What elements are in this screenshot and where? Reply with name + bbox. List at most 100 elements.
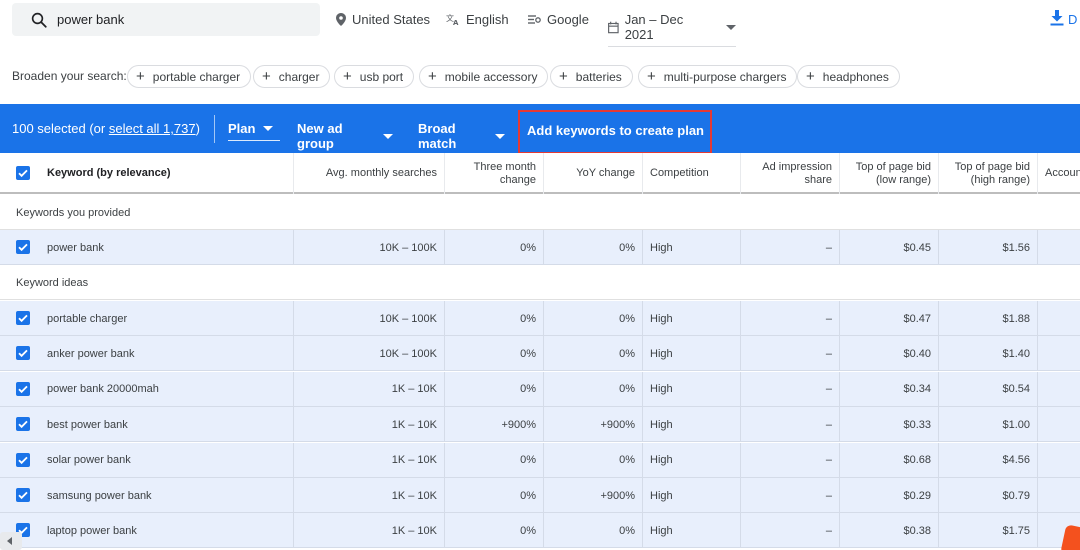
cell-account	[1037, 407, 1080, 443]
table-row[interactable]: power bank 20000mah 1K – 10K 0% 0% High – $0.3…	[0, 371, 1080, 407]
cell-keyword: samsung power bank	[47, 489, 152, 502]
chevron-down-icon	[726, 24, 736, 30]
chip-label: mobile accessory	[444, 69, 538, 84]
header-competition[interactable]: Competition	[642, 153, 740, 194]
selection-count: 100 selected (or select all 1,737)	[12, 121, 200, 136]
chip-headphones[interactable]: + headphones	[797, 65, 900, 88]
plus-icon: +	[262, 68, 271, 85]
broaden-label: Broaden your search:	[12, 69, 127, 83]
table-row[interactable]: solar power bank 1K – 10K 0% 0% High – $0.68 $4…	[0, 442, 1080, 478]
header-bid-low[interactable]: Top of page bid (low range)	[839, 153, 938, 194]
table-row[interactable]: power bank 10K – 100K 0% 0% High – $0.45 $1.56	[0, 230, 1080, 265]
broaden-search-row: Broaden your search: + portable charger +…	[0, 62, 1080, 90]
table-row[interactable]: anker power bank 10K – 100K 0% 0% High – $0.40…	[0, 336, 1080, 372]
ad-group-dropdown[interactable]: New ad group	[297, 121, 393, 156]
cell-bid-high: $1.00	[938, 407, 1037, 443]
translate-icon: 文 A	[446, 13, 459, 26]
cell-competition: High	[642, 407, 740, 443]
chip-multi-purpose-chargers[interactable]: + multi-purpose chargers	[638, 65, 798, 88]
table-row[interactable]: portable charger 10K – 100K 0% 0% High – $0.47…	[0, 301, 1080, 336]
selection-text: 100 selected (or	[12, 121, 109, 136]
cell-keyword: best power bank	[47, 418, 128, 431]
cell-three-month: +900%	[444, 407, 543, 443]
add-keywords-button[interactable]: Add keywords to create plan	[518, 110, 712, 154]
cell-yoy: +900%	[543, 407, 642, 443]
cell-bid-high: $1.40	[938, 336, 1037, 372]
cell-keyword: laptop power bank	[47, 524, 137, 537]
divider	[214, 115, 215, 143]
header-three-month-label: Three month change	[474, 161, 536, 187]
plan-dropdown[interactable]: Plan	[228, 121, 280, 141]
scroll-left-button[interactable]	[0, 532, 22, 550]
header-line: change	[499, 173, 536, 186]
caret-down-icon	[263, 126, 274, 131]
cell-bid-high: $4.56	[938, 442, 1037, 478]
cell-account	[1037, 478, 1080, 513]
cell-keyword: solar power bank	[47, 454, 131, 467]
network-icon	[528, 15, 541, 24]
header-account[interactable]: Account	[1037, 153, 1080, 194]
cell-bid-high: $1.88	[938, 301, 1037, 336]
network-filter[interactable]: Google	[528, 12, 589, 27]
svg-text:A: A	[453, 19, 459, 26]
cell-keyword: power bank	[47, 241, 104, 254]
chip-label: charger	[278, 69, 320, 84]
chip-portable-charger[interactable]: + portable charger	[127, 65, 252, 88]
cell-yoy: 0%	[543, 336, 642, 372]
header-ad-impression-label: Ad impression share	[762, 161, 832, 187]
cell-three-month: 0%	[444, 478, 543, 513]
cell-competition: High	[642, 442, 740, 478]
chip-label: multi-purpose chargers	[663, 69, 787, 84]
header-competition-label: Competition	[650, 167, 709, 179]
cell-ad-impression: –	[740, 478, 839, 513]
cell-account	[1037, 336, 1080, 372]
search-icon	[31, 12, 47, 28]
chip-usb-port[interactable]: + usb port	[334, 65, 415, 88]
select-all-checkbox[interactable]	[16, 166, 30, 180]
header-bid-high[interactable]: Top of page bid (high range)	[938, 153, 1037, 194]
plus-icon: +	[136, 68, 145, 85]
cell-account	[1037, 301, 1080, 336]
cell-avg-searches: 10K – 100K	[293, 230, 444, 265]
header-yoy[interactable]: YoY change	[543, 153, 642, 194]
language-filter[interactable]: 文 A English	[446, 12, 509, 27]
table-header: Keyword (by relevance) Avg. monthly sear…	[0, 153, 1080, 194]
header-three-month[interactable]: Three month change	[444, 153, 543, 194]
cell-three-month: 0%	[444, 230, 543, 265]
header-line: Ad impression	[762, 160, 832, 173]
date-range-filter[interactable]: Jan – Dec 2021	[608, 12, 736, 47]
header-line: (high range)	[970, 173, 1030, 186]
table-row[interactable]: best power bank 1K – 10K +900% +900% High – $0…	[0, 407, 1080, 443]
cell-ad-impression: –	[740, 230, 839, 265]
chip-charger[interactable]: + charger	[253, 65, 331, 88]
header-keyword-label: Keyword (by relevance)	[47, 167, 171, 179]
header-bid-low-label: Top of page bid (low range)	[856, 161, 931, 187]
top-filter-bar: power bank United States 文 A English Goo…	[0, 0, 1080, 50]
header-yoy-label: YoY change	[576, 167, 635, 179]
ad-group-label: New ad group	[297, 121, 343, 151]
header-ad-impression[interactable]: Ad impression share	[740, 153, 839, 194]
chip-batteries[interactable]: + batteries	[550, 65, 633, 88]
header-keyword[interactable]: Keyword (by relevance)	[47, 153, 293, 194]
cell-keyword: power bank 20000mah	[47, 383, 159, 396]
network-label: Google	[547, 12, 589, 27]
search-input[interactable]: power bank	[57, 12, 124, 27]
chip-mobile-accessory[interactable]: + mobile accessory	[419, 65, 549, 88]
select-all-link[interactable]: select all 1,737	[109, 121, 196, 136]
table-row[interactable]: samsung power bank 1K – 10K 0% +900% High – $0…	[0, 478, 1080, 513]
cell-bid-low: $0.45	[839, 230, 938, 265]
download-icon[interactable]	[1050, 10, 1064, 26]
header-line: Top of page bid	[855, 160, 931, 173]
header-avg-searches[interactable]: Avg. monthly searches	[293, 153, 444, 194]
download-label[interactable]: D	[1068, 12, 1077, 27]
match-type-dropdown[interactable]: Broad match	[418, 121, 505, 156]
table-row[interactable]: laptop power bank 1K – 10K 0% 0% High – $0.38 $…	[0, 513, 1080, 549]
cell-bid-high: $1.56	[938, 230, 1037, 265]
cell-ad-impression: –	[740, 442, 839, 478]
cell-yoy: 0%	[543, 230, 642, 265]
match-type-label: Broad match	[418, 121, 457, 151]
section-provided: Keywords you provided	[0, 195, 1080, 230]
cell-account	[1037, 442, 1080, 478]
location-filter[interactable]: United States	[336, 12, 430, 27]
search-box[interactable]: power bank	[12, 3, 320, 36]
